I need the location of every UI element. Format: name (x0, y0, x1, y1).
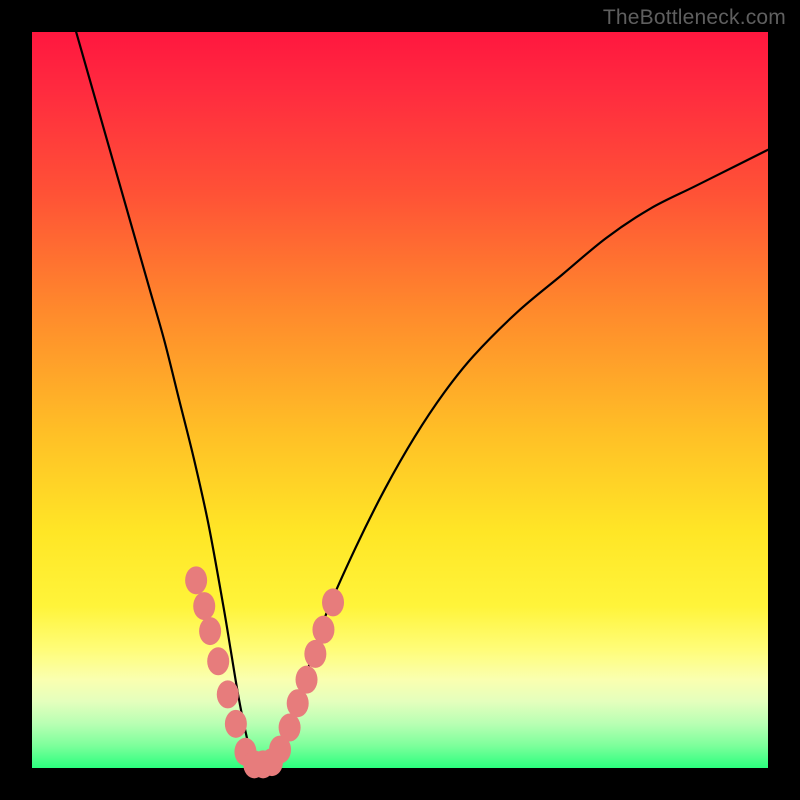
bottleneck-curve (76, 32, 768, 769)
curve-marker (225, 710, 247, 738)
marker-group (185, 566, 344, 778)
curve-marker (185, 566, 207, 594)
curve-svg (32, 32, 768, 768)
plot-area (32, 32, 768, 768)
chart-frame: TheBottleneck.com (0, 0, 800, 800)
curve-marker (193, 592, 215, 620)
curve-marker (207, 647, 229, 675)
curve-marker (296, 666, 318, 694)
curve-marker (312, 616, 334, 644)
curve-marker (304, 640, 326, 668)
curve-marker (217, 680, 239, 708)
watermark-text: TheBottleneck.com (603, 6, 786, 30)
curve-marker (322, 588, 344, 616)
curve-marker (279, 714, 301, 742)
curve-marker (199, 617, 221, 645)
